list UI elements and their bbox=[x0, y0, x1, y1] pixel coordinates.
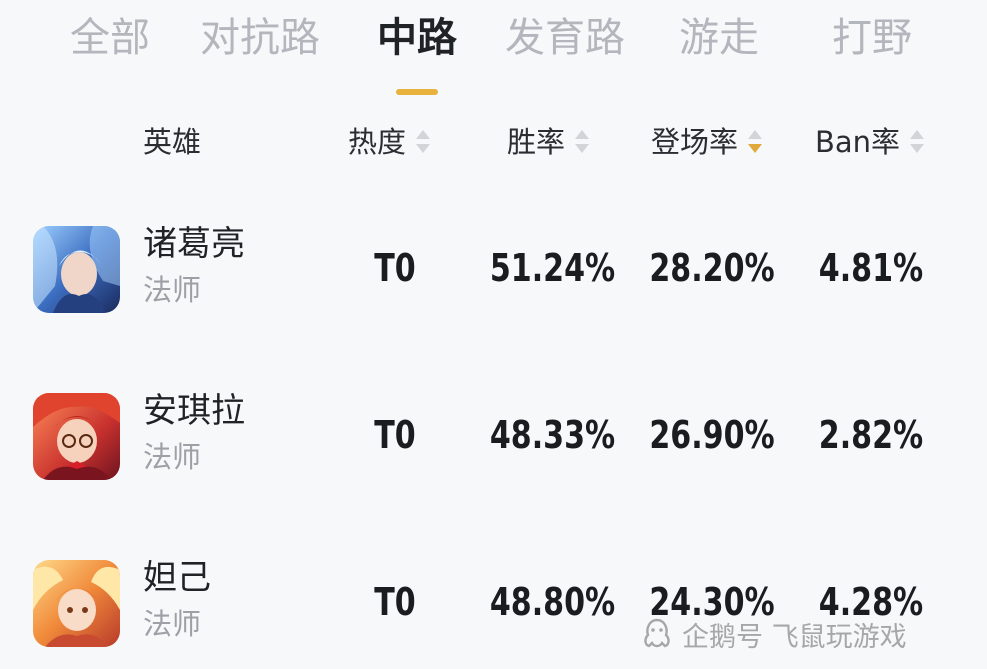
ban-rate-value: 2.82% bbox=[818, 413, 924, 457]
heat-tier: T0 bbox=[374, 413, 416, 457]
table-header: 英雄 热度 胜率 登场率 Ban率 bbox=[0, 112, 987, 172]
column-header-pick-rate-label: 登场率 bbox=[651, 125, 739, 159]
sort-arrows-icon[interactable] bbox=[416, 125, 431, 159]
hero-avatar-zhuge-liang[interactable] bbox=[33, 226, 120, 313]
hero-role: 法师 bbox=[143, 607, 202, 641]
win-rate-value: 48.33% bbox=[489, 413, 616, 457]
table-row[interactable]: 诸葛亮 法师 T0 51.24% 28.20% 4.81% bbox=[0, 218, 987, 328]
pick-rate-value: 28.20% bbox=[649, 246, 775, 290]
tab-top-lane[interactable]: 对抗路 bbox=[200, 12, 320, 64]
hero-name: 安琪拉 bbox=[143, 391, 245, 431]
column-header-hero: 英雄 bbox=[143, 122, 201, 162]
active-tab-indicator bbox=[396, 89, 438, 95]
win-rate-value: 48.80% bbox=[489, 580, 616, 624]
hero-avatar-daji[interactable] bbox=[33, 560, 120, 647]
column-header-heat[interactable]: 热度 bbox=[348, 122, 431, 162]
column-header-hero-label: 英雄 bbox=[143, 125, 202, 159]
sort-desc-arrows-icon[interactable] bbox=[748, 125, 763, 159]
hero-role: 法师 bbox=[143, 273, 202, 307]
table-row[interactable]: 安琪拉 法师 T0 48.33% 26.90% 2.82% bbox=[0, 385, 987, 495]
win-rate-value: 51.24% bbox=[489, 246, 616, 290]
hero-avatar-angela[interactable] bbox=[33, 393, 120, 480]
penguin-logo-icon bbox=[644, 618, 670, 648]
ban-rate-value: 4.81% bbox=[818, 246, 924, 290]
watermark-text: 企鹅号 飞鼠玩游戏 bbox=[682, 621, 907, 653]
watermark: 企鹅号 飞鼠玩游戏 bbox=[640, 612, 907, 656]
role-tab-bar: 全部 对抗路 中路 发育路 游走 打野 bbox=[0, 0, 987, 100]
tab-jungle[interactable]: 打野 bbox=[832, 12, 912, 64]
pick-rate-value: 26.90% bbox=[649, 413, 775, 457]
column-header-win-rate[interactable]: 胜率 bbox=[507, 122, 590, 162]
sort-arrows-icon[interactable] bbox=[575, 125, 590, 159]
heat-tier: T0 bbox=[374, 580, 416, 624]
sort-arrows-icon[interactable] bbox=[910, 125, 925, 159]
hero-name: 妲己 bbox=[143, 558, 211, 598]
hero-name: 诸葛亮 bbox=[143, 224, 245, 264]
column-header-win-rate-label: 胜率 bbox=[507, 125, 566, 159]
tab-roam[interactable]: 游走 bbox=[679, 12, 759, 64]
tab-bot-lane[interactable]: 发育路 bbox=[505, 12, 625, 64]
heat-tier: T0 bbox=[374, 246, 416, 290]
column-header-ban-rate-label: Ban率 bbox=[815, 125, 901, 159]
column-header-heat-label: 热度 bbox=[348, 125, 407, 159]
hero-role: 法师 bbox=[143, 440, 202, 474]
tab-mid-lane[interactable]: 中路 bbox=[377, 12, 457, 64]
column-header-ban-rate[interactable]: Ban率 bbox=[815, 122, 925, 162]
tab-all[interactable]: 全部 bbox=[70, 12, 150, 64]
column-header-pick-rate[interactable]: 登场率 bbox=[651, 122, 763, 162]
